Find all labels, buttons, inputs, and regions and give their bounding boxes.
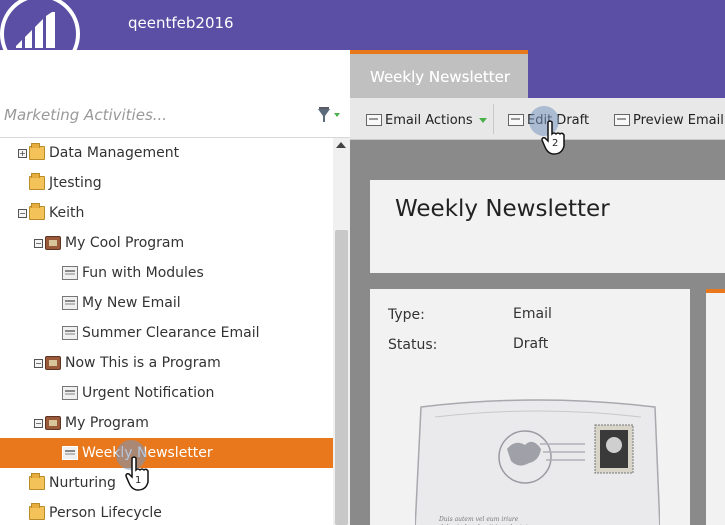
tree-item-person-lifecycle[interactable]: Person Lifecycle: [0, 498, 333, 525]
preview-icon: [614, 114, 630, 126]
tree-item-weekly-newsletter[interactable]: Weekly Newsletter: [0, 438, 333, 468]
email-actions-button[interactable]: Email Actions: [366, 110, 487, 130]
tree-item-nurturing[interactable]: Nurturing: [0, 468, 333, 498]
collapse-icon[interactable]: −: [34, 358, 43, 368]
tree-item-label: Urgent Notification: [82, 385, 215, 401]
svg-text:Duis autem vel eum iriure: Duis autem vel eum iriure: [438, 516, 519, 523]
collapse-icon[interactable]: −: [34, 418, 43, 428]
email-info-card: Type: Email Status: Draft Duis autem vel…: [370, 289, 690, 525]
email-icon: [62, 386, 78, 400]
activity-tree: + Data Management Jtesting − Keith − My …: [0, 138, 333, 525]
tree-item-label: Data Management: [49, 145, 180, 161]
folder-icon: [29, 473, 45, 490]
program-icon: [45, 416, 61, 430]
tree-item-label: My New Email: [82, 295, 181, 311]
type-value: Email: [513, 306, 552, 322]
tree-item-label: Fun with Modules: [82, 265, 204, 281]
tree-item-data-management[interactable]: + Data Management: [0, 138, 333, 168]
tree-item-fun-with-modules[interactable]: Fun with Modules: [0, 258, 333, 288]
email-envelope-icon: Duis autem vel eum iriure dolor in hendr…: [415, 399, 660, 525]
folder-icon: [29, 173, 45, 190]
collapse-icon[interactable]: −: [18, 208, 27, 218]
tree-item-urgent-notification[interactable]: Urgent Notification: [0, 378, 333, 408]
tab-weekly-newsletter[interactable]: Weekly Newsletter: [350, 50, 528, 98]
filter-button[interactable]: [316, 106, 346, 126]
toolbar-divider: [493, 104, 494, 134]
tree-item-my-cool-program[interactable]: − My Cool Program: [0, 228, 333, 258]
tree-item-my-program[interactable]: − My Program: [0, 408, 333, 438]
status-label: Status:: [388, 337, 438, 353]
folder-icon: [29, 203, 45, 220]
top-header: qeentfeb2016: [0, 0, 725, 50]
tree-item-label: Jtesting: [49, 175, 102, 191]
email-content-area: Weekly Newsletter Type: Email Status: Dr…: [350, 140, 725, 525]
scroll-up-arrow-icon[interactable]: [336, 142, 346, 148]
dropdown-caret-icon: [478, 117, 487, 123]
email-actions-label: Email Actions: [385, 112, 473, 128]
workspace-name[interactable]: qeentfeb2016: [128, 14, 234, 32]
tree-item-jtesting[interactable]: Jtesting: [0, 168, 333, 198]
preview-email-label: Preview Email: [633, 112, 724, 128]
tab-label: Weekly Newsletter: [370, 68, 510, 86]
folder-icon: [29, 503, 45, 520]
tree-item-summer-clearance-email[interactable]: Summer Clearance Email: [0, 318, 333, 348]
page-title: Weekly Newsletter: [395, 196, 610, 222]
email-icon: [62, 266, 78, 280]
marketing-activities-panel: Marketing Activities... + Data Managemen…: [0, 50, 350, 525]
tree-scrollbar[interactable]: [333, 138, 350, 525]
folder-icon: [29, 143, 45, 160]
email-icon: [62, 446, 78, 460]
tree-item-label: Person Lifecycle: [49, 505, 162, 521]
tree-item-label: Now This is a Program: [65, 355, 221, 371]
type-label: Type:: [388, 307, 425, 323]
tree-item-label: Summer Clearance Email: [82, 325, 260, 341]
filter-icon: [318, 107, 340, 122]
tree-search-bar: Marketing Activities...: [0, 50, 350, 138]
email-icon: [62, 326, 78, 340]
scroll-thumb[interactable]: [335, 230, 348, 525]
step-1-badge: 1: [135, 475, 142, 486]
tree-item-my-new-email[interactable]: My New Email: [0, 288, 333, 318]
tree-item-label: My Program: [65, 415, 149, 431]
program-icon: [45, 356, 61, 370]
side-card: [706, 289, 725, 525]
tree-item-label: Nurturing: [49, 475, 116, 491]
tab-bar: Weekly Newsletter: [350, 50, 725, 98]
search-input[interactable]: Marketing Activities...: [4, 106, 167, 124]
collapse-icon[interactable]: −: [34, 238, 43, 248]
expand-icon[interactable]: +: [18, 148, 27, 158]
tree-item-keith[interactable]: − Keith: [0, 198, 333, 228]
edit-pencil-icon: [508, 114, 524, 126]
program-icon: [45, 236, 61, 250]
status-value: Draft: [513, 336, 549, 352]
tree-item-label: Keith: [49, 205, 85, 221]
title-card: Weekly Newsletter: [370, 180, 725, 273]
email-icon: [366, 114, 382, 126]
hand-cursor-icon: [125, 456, 149, 491]
step-2-badge: 2: [552, 138, 559, 149]
preview-email-button[interactable]: Preview Email: [614, 110, 724, 130]
email-icon: [62, 296, 78, 310]
tree-item-label: My Cool Program: [65, 235, 185, 251]
tree-item-now-this-is-a-program[interactable]: − Now This is a Program: [0, 348, 333, 378]
